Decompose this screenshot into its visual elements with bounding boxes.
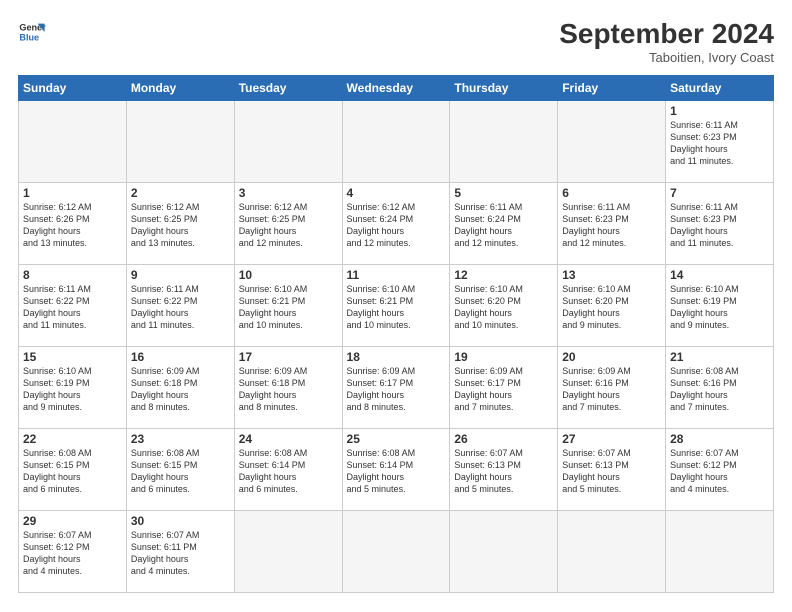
svg-text:Blue: Blue [19,32,39,42]
table-cell: 27 Sunrise: 6:07 AMSunset: 6:13 PMDaylig… [558,429,666,511]
table-cell [234,511,342,593]
table-cell [342,511,450,593]
table-cell: 10 Sunrise: 6:10 AMSunset: 6:21 PMDaylig… [234,265,342,347]
col-saturday: Saturday [666,76,774,101]
table-cell [342,101,450,183]
table-cell: 18 Sunrise: 6:09 AMSunset: 6:17 PMDaylig… [342,347,450,429]
table-cell: 11 Sunrise: 6:10 AMSunset: 6:21 PMDaylig… [342,265,450,347]
table-cell: 14 Sunrise: 6:10 AMSunset: 6:19 PMDaylig… [666,265,774,347]
table-cell: 1 Sunrise: 6:11 AMSunset: 6:23 PMDayligh… [666,101,774,183]
table-cell: 30 Sunrise: 6:07 AMSunset: 6:11 PMDaylig… [126,511,234,593]
table-cell: 26 Sunrise: 6:07 AMSunset: 6:13 PMDaylig… [450,429,558,511]
table-cell: 12 Sunrise: 6:10 AMSunset: 6:20 PMDaylig… [450,265,558,347]
table-cell: 5 Sunrise: 6:11 AMSunset: 6:24 PMDayligh… [450,183,558,265]
table-cell: 19 Sunrise: 6:09 AMSunset: 6:17 PMDaylig… [450,347,558,429]
table-cell: 6 Sunrise: 6:11 AMSunset: 6:23 PMDayligh… [558,183,666,265]
table-cell: 15 Sunrise: 6:10 AMSunset: 6:19 PMDaylig… [19,347,127,429]
calendar-row: 8 Sunrise: 6:11 AMSunset: 6:22 PMDayligh… [19,265,774,347]
calendar-row: 22 Sunrise: 6:08 AMSunset: 6:15 PMDaylig… [19,429,774,511]
table-cell [450,101,558,183]
table-cell: 1 Sunrise: 6:12 AMSunset: 6:26 PMDayligh… [19,183,127,265]
col-thursday: Thursday [450,76,558,101]
col-monday: Monday [126,76,234,101]
table-cell: 20 Sunrise: 6:09 AMSunset: 6:16 PMDaylig… [558,347,666,429]
table-cell: 8 Sunrise: 6:11 AMSunset: 6:22 PMDayligh… [19,265,127,347]
calendar-row: 15 Sunrise: 6:10 AMSunset: 6:19 PMDaylig… [19,347,774,429]
table-cell: 21 Sunrise: 6:08 AMSunset: 6:16 PMDaylig… [666,347,774,429]
table-cell: 23 Sunrise: 6:08 AMSunset: 6:15 PMDaylig… [126,429,234,511]
calendar-row: 1 Sunrise: 6:11 AMSunset: 6:23 PMDayligh… [19,101,774,183]
table-cell [558,101,666,183]
table-cell: 25 Sunrise: 6:08 AMSunset: 6:14 PMDaylig… [342,429,450,511]
table-cell: 3 Sunrise: 6:12 AMSunset: 6:25 PMDayligh… [234,183,342,265]
col-tuesday: Tuesday [234,76,342,101]
col-sunday: Sunday [19,76,127,101]
title-block: September 2024 Taboitien, Ivory Coast [559,18,774,65]
col-wednesday: Wednesday [342,76,450,101]
calendar-row: 29 Sunrise: 6:07 AMSunset: 6:12 PMDaylig… [19,511,774,593]
table-cell [558,511,666,593]
calendar-page: General Blue September 2024 Taboitien, I… [0,0,792,612]
table-cell: 22 Sunrise: 6:08 AMSunset: 6:15 PMDaylig… [19,429,127,511]
table-cell: 24 Sunrise: 6:08 AMSunset: 6:14 PMDaylig… [234,429,342,511]
table-cell: 9 Sunrise: 6:11 AMSunset: 6:22 PMDayligh… [126,265,234,347]
table-cell: 13 Sunrise: 6:10 AMSunset: 6:20 PMDaylig… [558,265,666,347]
month-title: September 2024 [559,18,774,50]
table-cell [19,101,127,183]
table-cell: 2 Sunrise: 6:12 AMSunset: 6:25 PMDayligh… [126,183,234,265]
table-cell: 4 Sunrise: 6:12 AMSunset: 6:24 PMDayligh… [342,183,450,265]
table-cell [450,511,558,593]
logo-icon: General Blue [18,18,46,46]
header: General Blue September 2024 Taboitien, I… [18,18,774,65]
header-row: Sunday Monday Tuesday Wednesday Thursday… [19,76,774,101]
table-cell [234,101,342,183]
location-subtitle: Taboitien, Ivory Coast [559,50,774,65]
table-cell: 28 Sunrise: 6:07 AMSunset: 6:12 PMDaylig… [666,429,774,511]
calendar-row: 1 Sunrise: 6:12 AMSunset: 6:26 PMDayligh… [19,183,774,265]
table-cell: 29 Sunrise: 6:07 AMSunset: 6:12 PMDaylig… [19,511,127,593]
table-cell [126,101,234,183]
col-friday: Friday [558,76,666,101]
table-cell: 16 Sunrise: 6:09 AMSunset: 6:18 PMDaylig… [126,347,234,429]
calendar-table: Sunday Monday Tuesday Wednesday Thursday… [18,75,774,593]
table-cell: 7 Sunrise: 6:11 AMSunset: 6:23 PMDayligh… [666,183,774,265]
table-cell [666,511,774,593]
table-cell: 17 Sunrise: 6:09 AMSunset: 6:18 PMDaylig… [234,347,342,429]
logo: General Blue [18,18,46,46]
